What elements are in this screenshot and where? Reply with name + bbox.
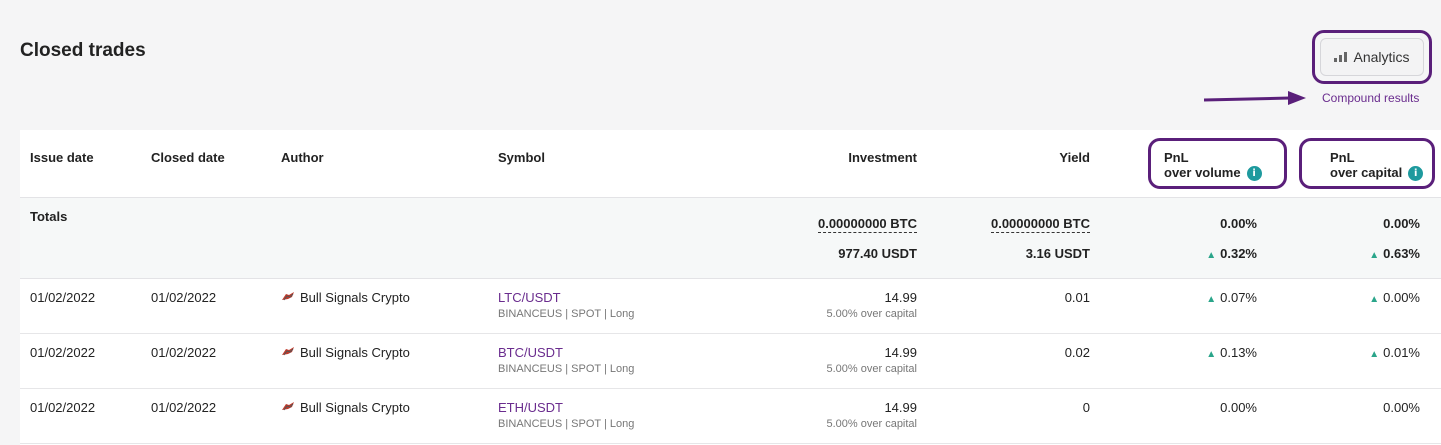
investment-sub: 5.00% over capital <box>826 363 918 375</box>
symbol-sub: BINANCEUS | SPOT | Long <box>498 418 635 430</box>
triangle-up-icon: ▲ <box>1369 250 1380 261</box>
symbol-sub: BINANCEUS | SPOT | Long <box>498 308 635 320</box>
investment-sub: 5.00% over capital <box>826 418 918 430</box>
investment-cell: 14.99 5.00% over capital <box>717 400 918 430</box>
investment-value: 14.99 <box>884 400 917 415</box>
author-name: Bull Signals Crypto <box>300 400 410 415</box>
bar-chart-icon <box>1334 52 1348 62</box>
issue-date-cell: 01/02/2022 <box>30 290 96 305</box>
totals-investment-usdt: 977.40 USDT <box>838 246 917 261</box>
symbol-cell: BTC/USDT BINANCEUS | SPOT | Long <box>498 345 634 375</box>
investment-value: 14.99 <box>884 290 917 305</box>
bull-avatar-icon <box>282 402 294 411</box>
totals-row: Totals 0.00000000 BTC 977.40 USDT 0.0000… <box>20 198 1441 279</box>
author-cell[interactable]: Bull Signals Crypto <box>281 345 410 360</box>
pnl-capital-value: 0.00% <box>1383 290 1420 305</box>
bull-avatar-icon <box>282 292 294 301</box>
closed-date-cell: 01/02/2022 <box>151 290 217 305</box>
closed-date-cell: 01/02/2022 <box>151 345 217 360</box>
symbol-link[interactable]: BTC/USDT <box>498 345 634 360</box>
pnl-capital-cell: 0.00% <box>1383 400 1420 415</box>
investment-cell: 14.99 5.00% over capital <box>717 345 918 375</box>
author-name: Bull Signals Crypto <box>300 290 410 305</box>
author-cell[interactable]: Bull Signals Crypto <box>281 290 410 305</box>
closed-trades-table: Issue date Closed date Author Symbol Inv… <box>20 130 1441 445</box>
symbol-sub: BINANCEUS | SPOT | Long <box>498 363 635 375</box>
pnl-capital-value: 0.01% <box>1383 345 1420 360</box>
totals-pnl-capital-usdt: ▲ 0.63% <box>1220 246 1420 261</box>
investment-sub: 5.00% over capital <box>826 308 918 320</box>
arrow-annotation <box>1204 91 1306 105</box>
totals-investment-btc[interactable]: 0.00000000 BTC <box>717 216 917 233</box>
col-issue-date[interactable]: Issue date <box>30 150 94 165</box>
closed-date-cell: 01/02/2022 <box>151 400 217 415</box>
table-row[interactable]: 01/02/2022 01/02/2022 Bull Signals Crypt… <box>20 389 1441 444</box>
pnl-capital-highlight <box>1299 138 1435 189</box>
triangle-up-icon: ▲ <box>1206 349 1217 360</box>
investment-cell: 14.99 5.00% over capital <box>717 290 918 320</box>
totals-pnl-capital-usdt-value: 0.63% <box>1383 246 1420 261</box>
analytics-button[interactable]: Analytics <box>1320 38 1424 76</box>
analytics-button-label: Analytics <box>1353 49 1410 65</box>
totals-pnl-capital-btc: 0.00% <box>1383 216 1420 231</box>
col-closed-date[interactable]: Closed date <box>151 150 225 165</box>
page-title: Closed trades <box>20 40 146 61</box>
triangle-up-icon: ▲ <box>1369 294 1380 305</box>
pnl-capital-cell: ▲ 0.00% <box>1220 290 1420 305</box>
triangle-up-icon: ▲ <box>1369 349 1380 360</box>
symbol-link[interactable]: LTC/USDT <box>498 290 634 305</box>
compound-results-link[interactable]: Compound results <box>1322 91 1419 105</box>
issue-date-cell: 01/02/2022 <box>30 400 96 415</box>
issue-date-cell: 01/02/2022 <box>30 345 96 360</box>
col-yield[interactable]: Yield <box>890 150 1090 165</box>
col-author[interactable]: Author <box>281 150 324 165</box>
triangle-up-icon: ▲ <box>1206 250 1217 261</box>
symbol-link[interactable]: ETH/USDT <box>498 400 634 415</box>
col-investment[interactable]: Investment <box>717 150 917 165</box>
symbol-cell: ETH/USDT BINANCEUS | SPOT | Long <box>498 400 634 430</box>
table-row[interactable]: 01/02/2022 01/02/2022 Bull Signals Crypt… <box>20 334 1441 389</box>
pnl-capital-cell: ▲ 0.01% <box>1220 345 1420 360</box>
investment-value: 14.99 <box>884 345 917 360</box>
pnl-volume-highlight <box>1148 138 1287 189</box>
totals-label: Totals <box>30 209 68 224</box>
col-symbol[interactable]: Symbol <box>498 150 545 165</box>
author-name: Bull Signals Crypto <box>300 345 410 360</box>
author-cell[interactable]: Bull Signals Crypto <box>281 400 410 415</box>
bull-avatar-icon <box>282 347 294 356</box>
symbol-cell: LTC/USDT BINANCEUS | SPOT | Long <box>498 290 634 320</box>
table-row[interactable]: 01/02/2022 01/02/2022 Bull Signals Crypt… <box>20 279 1441 334</box>
triangle-up-icon: ▲ <box>1206 294 1217 305</box>
